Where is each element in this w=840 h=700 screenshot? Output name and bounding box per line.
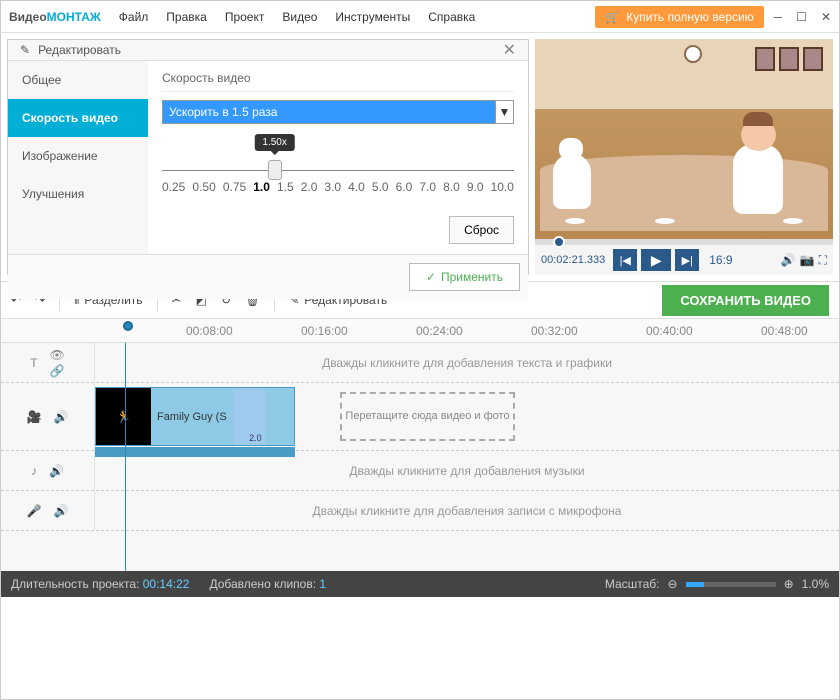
tab-speed[interactable]: Скорость видео — [8, 99, 148, 137]
music-icon: ♪ — [31, 464, 37, 478]
section-label: Скорость видео — [162, 71, 514, 92]
link-icon[interactable]: 🔗 — [50, 364, 65, 378]
playhead-line[interactable] — [125, 343, 126, 571]
speed-select[interactable]: Ускорить в 1.5 раза ▼ — [162, 100, 514, 124]
clip-count: 1 — [319, 577, 326, 591]
close-panel-button[interactable]: ✕ — [503, 40, 516, 60]
clip-name: Family Guy (S — [151, 411, 233, 423]
seek-bar[interactable] — [535, 239, 833, 245]
tab-image[interactable]: Изображение — [8, 137, 148, 175]
tab-general[interactable]: Общее — [8, 61, 148, 99]
volume-track-icon[interactable]: 🔊 — [54, 410, 69, 424]
edit-panel: ✎ Редактировать ✕ Общее Скорость видео И… — [7, 39, 529, 275]
volume-mic-icon[interactable]: 🔊 — [54, 504, 69, 518]
running-icon: 🏃 — [116, 410, 131, 424]
eye-icon[interactable]: 👁 — [50, 348, 65, 362]
mic-track-hint: Дважды кликните для добавления записи с … — [95, 491, 839, 530]
apply-button[interactable]: ✓Применить — [409, 263, 520, 291]
menu-edit[interactable]: Правка — [166, 10, 207, 24]
panel-header: ✎ Редактировать ✕ — [8, 40, 528, 61]
speed-props: Скорость видео Ускорить в 1.5 раза ▼ 1.5… — [148, 61, 528, 254]
aspect-label[interactable]: 16:9 — [709, 253, 732, 267]
save-video-button[interactable]: СОХРАНИТЬ ВИДЕО — [662, 285, 829, 316]
video-dropzone[interactable]: Перетащите сюда видео и фото — [340, 392, 515, 441]
clip-thumbnail: 🏃 — [96, 388, 151, 445]
volume-icon[interactable]: 🔊 — [781, 253, 796, 267]
player-controls: 00:02:21.333 |◀ ▶ ▶| 16:9 🔊 📷 ⛶ — [535, 245, 833, 275]
check-icon: ✓ — [426, 270, 436, 284]
fullscreen-icon[interactable]: ⛶ — [819, 253, 827, 268]
video-track[interactable]: 🎥🔊 🏃 Family Guy (S 2.0 Перетащите сюда в… — [1, 383, 839, 451]
timeline-tracks: T 👁 🔗 Дважды кликните для добавления текст… — [1, 343, 839, 571]
slider-thumb[interactable] — [268, 160, 282, 180]
camera-icon: 🎥 — [27, 410, 42, 424]
main-menu: Файл Правка Проект Видео Инструменты Спр… — [119, 10, 476, 24]
edit-tabs: Общее Скорость видео Изображение Улучшен… — [8, 61, 148, 254]
volume-music-icon[interactable]: 🔊 — [49, 464, 64, 478]
status-bar: Длительность проекта: 00:14:22 Добавлено… — [1, 571, 839, 597]
play-button[interactable]: ▶ — [641, 249, 671, 271]
text-track[interactable]: T 👁 🔗 Дважды кликните для добавления текст… — [1, 343, 839, 383]
project-duration: 00:14:22 — [143, 577, 190, 591]
zoom-slider[interactable] — [686, 582, 776, 587]
zoom-label: Масштаб: — [605, 577, 660, 591]
slider-tooltip: 1.50x — [254, 134, 294, 151]
video-preview[interactable] — [535, 39, 833, 239]
app-logo: ВидеоМОНТАЖ — [9, 9, 101, 24]
prev-button[interactable]: |◀ — [613, 249, 637, 271]
timecode: 00:02:21.333 — [541, 254, 605, 266]
text-track-hint: Дважды кликните для добавления текста и … — [95, 343, 839, 382]
menu-help[interactable]: Справка — [428, 10, 475, 24]
playhead-handle[interactable] — [123, 321, 133, 331]
tab-enhance[interactable]: Улучшения — [8, 175, 148, 213]
buy-button[interactable]: 🛒Купить полную версию — [595, 6, 763, 28]
preview-panel: 00:02:21.333 |◀ ▶ ▶| 16:9 🔊 📷 ⛶ — [535, 39, 833, 275]
speed-slider[interactable]: 1.50x 0.250.500.751.01.52.03.04.05.06.07… — [162, 152, 514, 212]
minimize-button[interactable]: ─ — [774, 10, 783, 24]
zoom-value: 1.0% — [802, 577, 829, 591]
slider-ticks: 0.250.500.751.01.52.03.04.05.06.07.08.09… — [162, 180, 514, 194]
maximize-button[interactable]: ☐ — [796, 10, 807, 24]
snapshot-icon[interactable]: 📷 — [800, 253, 815, 267]
menu-project[interactable]: Проект — [225, 10, 265, 24]
mic-track[interactable]: 🎤 🔊 Дважды кликните для добавления записи… — [1, 491, 839, 531]
menu-file[interactable]: Файл — [119, 10, 149, 24]
menu-tools[interactable]: Инструменты — [335, 10, 410, 24]
chevron-down-icon: ▼ — [495, 101, 513, 123]
music-track-hint: Дважды кликните для добавления музыки — [95, 451, 839, 490]
menu-video[interactable]: Видео — [282, 10, 317, 24]
timeline-ruler[interactable]: 00:08:00 00:16:00 00:24:00 00:32:00 00:4… — [1, 319, 839, 343]
music-track[interactable]: ♪ 🔊 Дважды кликните для добавления музыки — [1, 451, 839, 491]
edit-icon: ✎ — [20, 43, 30, 57]
seek-thumb[interactable] — [553, 236, 565, 248]
zoom-in-button[interactable]: ⊕ — [784, 577, 794, 591]
close-button[interactable]: ✕ — [821, 10, 831, 24]
cart-icon: 🛒 — [605, 10, 620, 24]
title-bar: ВидеоМОНТАЖ Файл Правка Проект Видео Инс… — [1, 1, 839, 33]
next-button[interactable]: ▶| — [675, 249, 699, 271]
mic-icon: 🎤 — [27, 504, 42, 518]
text-icon: T — [30, 356, 37, 370]
reset-button[interactable]: Сброс — [449, 216, 514, 244]
zoom-out-button[interactable]: ⊖ — [668, 577, 678, 591]
